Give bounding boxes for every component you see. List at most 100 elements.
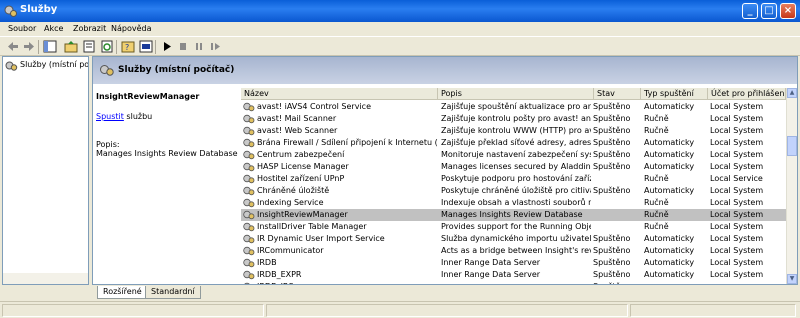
up-one-level-icon[interactable] [64,40,78,53]
service-gear-icon [243,186,255,196]
table-row[interactable]: IRDB Inner Range Data Server Spuštěno Autom… [241,257,786,269]
column-header-startup-type[interactable]: Typ spuštění [641,88,708,100]
pause-service-icon[interactable] [192,40,206,53]
show-hide-tree-icon[interactable] [43,40,57,53]
cell-logon-account: Local Service [710,174,763,183]
cell-status: Spuštěno [593,102,631,111]
view-tabs: Rozšířené Standardní [92,285,798,301]
cell-status: Spuštěno [593,186,631,195]
table-row[interactable]: Centrum zabezpečení Monitoruje nastavení … [241,149,786,161]
service-gear-icon [243,114,255,124]
stop-service-icon[interactable] [176,40,190,53]
column-header-status[interactable]: Stav [594,88,641,100]
cell-description: Inner Range Data Server [441,258,541,267]
services-table: Název Popis Stav Typ spuštění Účet pro p… [241,88,786,284]
status-bar [0,301,800,318]
service-gear-icon [243,150,255,160]
cell-status [593,197,641,209]
cell-startup-type: Automaticky [644,138,695,147]
start-service-link[interactable]: Spustit [96,112,124,121]
table-vertical-scrollbar[interactable]: ▲ ▼ [786,88,797,284]
cell-status: Spuštěno [593,150,631,159]
cell-description: Manages licenses secured by Aladdin HA..… [441,162,591,171]
cell-startup-type: Ručně [644,174,669,183]
back-arrow-icon[interactable] [6,40,20,53]
scroll-down-arrow[interactable]: ▼ [787,274,797,284]
scroll-thumb[interactable] [787,136,797,156]
maximize-button[interactable]: □ [761,3,777,19]
start-service-suffix: službu [123,112,153,121]
close-button[interactable]: × [780,3,796,19]
table-row[interactable]: IRDB_EXPR Inner Range Data Server Spuštěno… [241,269,786,281]
menu-akce[interactable]: Akce [44,24,63,33]
menu-soubor[interactable]: Soubor [8,24,36,33]
table-header: Název Popis Stav Typ spuštění Účet pro p… [241,88,786,100]
service-gear-icon [243,258,255,268]
services-gear-icon [4,5,17,17]
cell-name: IRCommunicator [257,246,324,255]
properties-icon[interactable] [82,40,96,53]
cell-logon-account: Local System [710,210,764,219]
cell-name: avast! Mail Scanner [257,114,337,123]
table-row[interactable]: IR Dynamic User Import Service Služba dyn… [241,233,786,245]
table-row[interactable]: IRCommunicator Acts as a bridge between I… [241,245,786,257]
help-icon[interactable]: ? [121,40,135,53]
service-gear-icon [243,222,255,232]
column-header-description[interactable]: Popis [438,88,594,100]
service-gear-icon [243,102,255,112]
menu-napoveda[interactable]: Nápověda [111,24,152,33]
title-bar: Služby _ □ × [0,0,800,22]
cell-logon-account: Local System [710,102,764,111]
cell-name: Hostitel zařízení UPnP [257,174,345,183]
tree-horizontal-scrollbar[interactable] [3,273,88,284]
column-header-logon-account[interactable]: Účet pro přihlášení [708,88,786,100]
service-gear-icon [243,174,255,184]
service-gear-icon [243,210,255,220]
table-row[interactable]: Brána Firewall / Sdílení připojení k Int… [241,137,786,149]
cell-logon-account: Local System [710,114,764,123]
cell-name: IRDB_EXPR [257,270,302,279]
table-row[interactable]: InstallDriver Table Manager Provides supp… [241,221,786,233]
table-row[interactable]: Hostitel zařízení UPnP Poskytuje podporu … [241,173,786,185]
tab-extended[interactable]: Rozšířené [97,286,148,299]
column-header-name[interactable]: Název [241,88,438,100]
cell-logon-account: Local System [710,270,764,279]
table-row[interactable]: avast! Web Scanner Zajišťuje kontrolu WWW… [241,125,786,137]
cell-startup-type: Ručně [644,198,669,207]
cell-startup-type: Ručně [644,126,669,135]
cell-startup-type: Automaticky [644,150,695,159]
start-service-icon[interactable] [160,40,174,53]
cell-status: Spuštěno [593,114,631,123]
restart-service-icon[interactable] [208,40,222,53]
cell-logon-account: Local System [710,126,764,135]
refresh-icon[interactable] [100,40,114,53]
cell-startup-type: Ručně [644,222,669,231]
pane-title: Služby (místní počítač) [118,65,235,75]
cell-description: Acts as a bridge between Insight's revie… [441,246,591,255]
tab-standard[interactable]: Standardní [145,286,201,299]
cell-startup-type: Automaticky [644,270,695,279]
toolbar: ? [0,36,800,56]
description-label: Popis: [96,140,120,149]
table-row[interactable]: Chráněné úložiště Poskytuje chráněné úlož… [241,185,786,197]
cell-name: Centrum zabezpečení [257,150,345,159]
cell-status [593,209,641,221]
cell-description: Zajišťuje spouštění aktualizace pro anti… [441,102,591,111]
table-row[interactable]: HASP License Manager Manages licenses sec… [241,161,786,173]
cell-name: IR Dynamic User Import Service [257,234,385,243]
minimize-button[interactable]: _ [742,3,758,19]
forward-arrow-icon[interactable] [22,40,36,53]
table-row[interactable]: avast! Mail Scanner Zajišťuje kontrolu po… [241,113,786,125]
table-row[interactable]: InsightReviewManager Manages Insights Rev… [241,209,786,221]
service-gear-icon [243,234,255,244]
description-text: Manages Insights Review Database [96,149,238,158]
cell-status: Spuštěno [593,258,631,267]
cell-logon-account: Local System [710,198,764,207]
console-icon[interactable] [139,40,153,53]
cell-status: Spuštěno [593,270,631,279]
table-row[interactable]: avast! iAVS4 Control Service Zajišťuje sp… [241,101,786,113]
scroll-up-arrow[interactable]: ▲ [787,88,797,98]
table-row[interactable]: Indexing Service Indexuje obsah a vlastno… [241,197,786,209]
menu-zobrazit[interactable]: Zobrazit [73,24,106,33]
cell-logon-account: Local System [710,246,764,255]
